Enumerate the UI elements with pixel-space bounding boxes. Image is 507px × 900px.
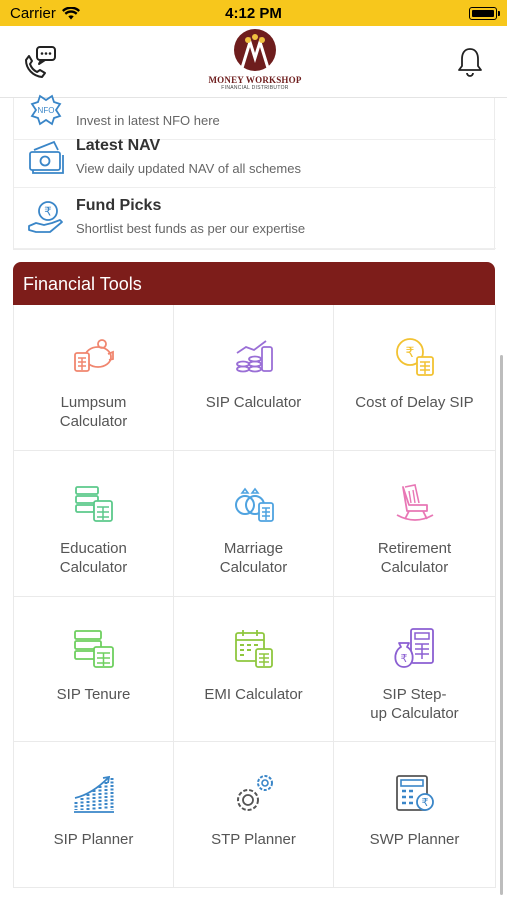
tool-marriage-calculator[interactable]: Marriage Calculator [174,450,334,597]
wifi-icon [61,6,80,19]
menu-subtitle: View daily updated NAV of all schemes [76,161,301,176]
status-left: Carrier [10,5,80,22]
phone-chat-icon[interactable] [20,44,58,82]
tool-sip-calculator[interactable]: SIP Calculator [174,305,334,451]
tool-emi-calculator[interactable]: EMI Calculator [174,596,334,743]
menu-list: NFO Invest in latest NFO here Latest NAV… [13,94,496,250]
menu-item-fund-picks[interactable]: ₹ Fund Picks Shortlist best funds as per… [14,188,496,249]
svg-text:₹: ₹ [421,796,428,809]
tool-label: EMI Calculator [204,685,303,703]
money-bag-calculator-icon: ₹ [393,627,434,668]
tool-stp-planner[interactable]: STP Planner [174,742,334,888]
tool-label: SIP Tenure [56,685,131,703]
financial-tools-header: Financial Tools [13,262,495,305]
nfo-icon: NFO [30,94,62,126]
rupee-clock-calculator-icon: ₹ [395,338,434,376]
bar-growth-icon [73,776,114,814]
tool-label: Education Calculator [59,539,128,576]
money-notes-icon [29,140,64,174]
tool-label: Lumpsum Calculator [59,394,128,430]
tool-label: SIP Calculator [205,394,302,411]
battery-icon [469,6,500,20]
svg-text:NFO: NFO [38,106,55,115]
books-calculator-icon [74,485,113,522]
tool-label: STP Planner [211,831,296,849]
piggy-bank-calculator-icon [73,339,114,372]
financial-tools-grid: Lumpsum Calculator SIP Calculator ₹ Cost… [13,305,496,888]
rupee-calculator-icon: ₹ [395,775,434,812]
status-bar: Carrier 4:12 PM [0,0,507,26]
rocking-chair-icon [396,483,433,521]
tool-swp-planner[interactable]: ₹ SWP Planner [334,742,496,888]
menu-subtitle: Shortlist best funds as per our expertis… [76,221,306,236]
tool-sip-tenure[interactable]: SIP Tenure [14,596,174,743]
tool-education-calculator[interactable]: Education Calculator [14,450,174,597]
tool-label: SWP Planner [369,831,460,849]
tool-label: Retirement Calculator [377,539,452,576]
menu-subtitle: Invest in latest NFO here [76,113,220,128]
logo-emblem-icon [234,29,276,71]
tool-label: SIP Planner [53,831,134,849]
coins-chart-icon [235,340,273,373]
tool-lumpsum-calculator[interactable]: Lumpsum Calculator [14,305,174,451]
tenure-calculator-icon [73,629,114,668]
rupee-hand-icon: ₹ [28,201,63,233]
calendar-calculator-icon [234,629,273,668]
bell-icon[interactable] [455,46,485,78]
gears-icon [236,775,273,812]
tool-sip-planner[interactable]: SIP Planner [14,742,174,888]
svg-text:₹: ₹ [400,652,407,665]
scrollbar[interactable] [500,355,503,895]
tool-label: SIP Step- up Calculator [370,685,459,722]
svg-text:₹: ₹ [405,345,414,361]
tool-cost-of-delay-sip[interactable]: ₹ Cost of Delay SIP [334,305,496,451]
menu-title: Fund Picks [76,197,162,214]
svg-text:₹: ₹ [44,205,52,219]
tool-label: Marriage Calculator [219,539,288,576]
tool-label: Cost of Delay SIP [355,394,474,411]
rings-calculator-icon [234,487,274,522]
carrier-label: Carrier [10,4,56,22]
menu-item-latest-nav[interactable]: Latest NAV View daily updated NAV of all… [14,128,496,188]
tool-sip-step-up-calculator[interactable]: ₹ SIP Step- up Calculator [334,596,496,743]
menu-title: Latest NAV [76,137,161,154]
tool-retirement-calculator[interactable]: Retirement Calculator [334,450,496,597]
